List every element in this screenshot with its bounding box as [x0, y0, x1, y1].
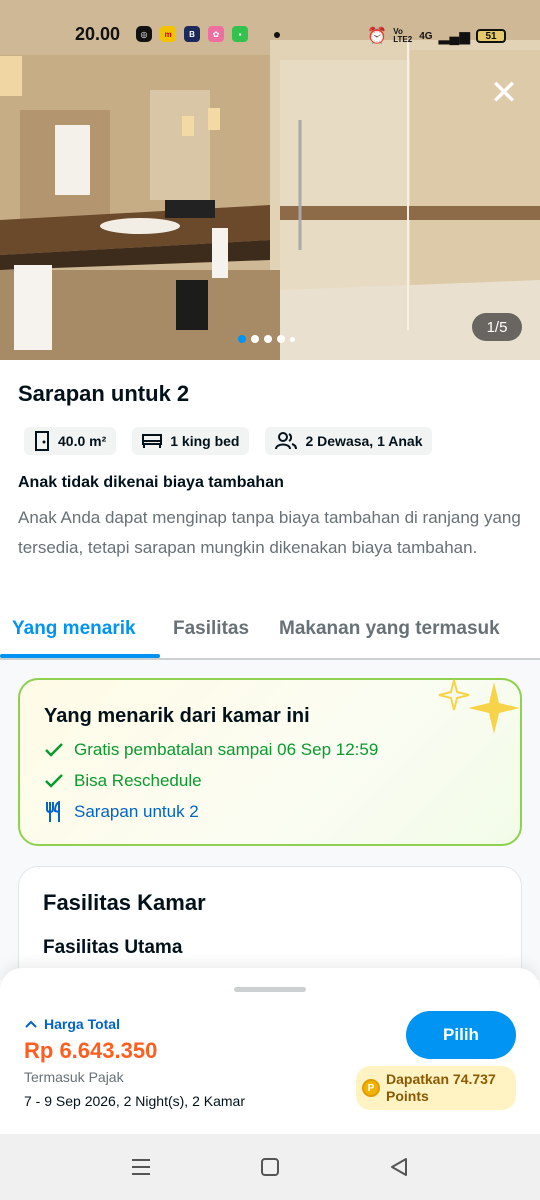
gallery-counter: 1/5 [472, 313, 522, 341]
flower-app-icon: ✿ [208, 26, 224, 42]
gallery-dot[interactable] [251, 335, 259, 343]
status-time: 20.00 [75, 24, 121, 44]
alarm-icon: ⏰ [367, 28, 388, 45]
check-icon [45, 774, 63, 788]
bed-icon [142, 434, 163, 448]
free-cancellation-text: Gratis pembatalan sampai 06 Sep 12:59 [74, 740, 379, 759]
child-policy-title: Anak tidak dikenai biaya tambahan [18, 474, 284, 491]
more-notifications-icon [274, 32, 280, 38]
breakfast-text: Sarapan untuk 2 [74, 802, 199, 821]
room-title: Sarapan untuk 2 [18, 381, 190, 406]
gallery-dot[interactable] [277, 335, 285, 343]
room-size-label: 40.0 m² [58, 433, 107, 449]
gallery-dot[interactable] [290, 336, 295, 342]
volte-icon: Vo LTE2 [393, 27, 413, 44]
home-icon[interactable] [255, 1154, 285, 1180]
instagram-icon: ◎ [136, 26, 152, 42]
battery-icon: 51 [476, 29, 506, 43]
guests-icon [275, 432, 298, 450]
bed-type-chip: 1 king bed [132, 427, 250, 455]
status-bar: 20.00 ◎ m B ✿ ▪ ⏰ Vo LTE2 4G ▂▄▆ 51 [0, 20, 540, 52]
check-icon [45, 743, 63, 757]
facilities-title: Fasilitas Kamar [43, 890, 206, 915]
bri-icon: B [184, 26, 200, 42]
facilities-subtitle: Fasilitas Utama [43, 937, 183, 958]
room-attributes: 40.0 m² 1 king bed 2 Dewasa, 1 Anak [24, 427, 433, 455]
select-room-button[interactable]: Pilih [406, 1011, 516, 1059]
tab-yang-menarik[interactable]: Yang menarik [12, 618, 136, 640]
breakfast-item: Sarapan untuk 2 [44, 801, 199, 823]
price-label: Harga Total [44, 1016, 120, 1032]
close-icon[interactable]: ✕ [486, 76, 522, 112]
guest-count-label: 2 Dewasa, 1 Anak [305, 433, 423, 449]
sparkle-icon [438, 679, 520, 734]
shopee-icon: m [160, 26, 176, 42]
stay-dates: 7 - 9 Sep 2026, 2 Night(s), 2 Kamar [24, 1093, 245, 1109]
active-tab-indicator [0, 654, 160, 658]
system-icons: ⏰ Vo LTE2 4G ▂▄▆ 51 [367, 26, 506, 46]
tax-note: Termasuk Pajak [24, 1069, 124, 1085]
reschedule-text: Bisa Reschedule [74, 771, 202, 790]
message-app-icon: ▪ [232, 26, 248, 42]
bathroom-photo-image [0, 0, 540, 360]
gallery-dot[interactable] [238, 335, 246, 343]
signal-icon: ▂▄▆ [438, 27, 470, 44]
back-icon[interactable] [384, 1154, 414, 1180]
tab-makanan[interactable]: Makanan yang termasuk [279, 618, 500, 640]
points-coin-icon: P [362, 1079, 380, 1097]
child-policy-text: Anak Anda dapat menginap tanpa biaya tam… [18, 508, 521, 557]
bed-type-label: 1 king bed [170, 433, 240, 449]
recent-apps-icon[interactable] [126, 1154, 156, 1180]
chevron-up-icon [25, 1020, 37, 1028]
network-icon: 4G [419, 30, 433, 42]
notification-icons: ◎ m B ✿ ▪ [136, 26, 248, 42]
points-text: Dapatkan 74.737 Points [386, 1071, 496, 1104]
room-photo[interactable]: 20.00 ◎ m B ✿ ▪ ⏰ Vo LTE2 4G ▂▄▆ 51 ✕ 1/… [0, 0, 540, 360]
price-breakdown-toggle[interactable]: Harga Total [24, 1016, 120, 1032]
free-cancellation-item: Gratis pembatalan sampai 06 Sep 12:59 [44, 740, 378, 760]
highlights-card: Yang menarik dari kamar ini Gratis pemba… [18, 678, 522, 846]
fork-knife-icon [46, 801, 60, 822]
guest-count-chip: 2 Dewasa, 1 Anak [265, 427, 433, 455]
booking-sheet: Harga Total Rp 6.643.350 Termasuk Pajak … [0, 968, 540, 1134]
reschedule-item: Bisa Reschedule [44, 771, 202, 791]
gallery-dots [238, 335, 295, 343]
room-size-chip: 40.0 m² [24, 427, 117, 455]
gallery-dot[interactable] [264, 335, 272, 343]
sheet-handle[interactable] [234, 987, 306, 992]
door-icon [35, 431, 49, 451]
points-badge: P Dapatkan 74.737 Points [356, 1066, 516, 1110]
room-detail-tabs: Yang menarik Fasilitas Makanan yang term… [0, 612, 540, 660]
total-price: Rp 6.643.350 [24, 1038, 158, 1063]
tab-fasilitas[interactable]: Fasilitas [173, 618, 249, 640]
highlights-title: Yang menarik dari kamar ini [44, 705, 310, 727]
system-navigation-bar [0, 1134, 540, 1200]
